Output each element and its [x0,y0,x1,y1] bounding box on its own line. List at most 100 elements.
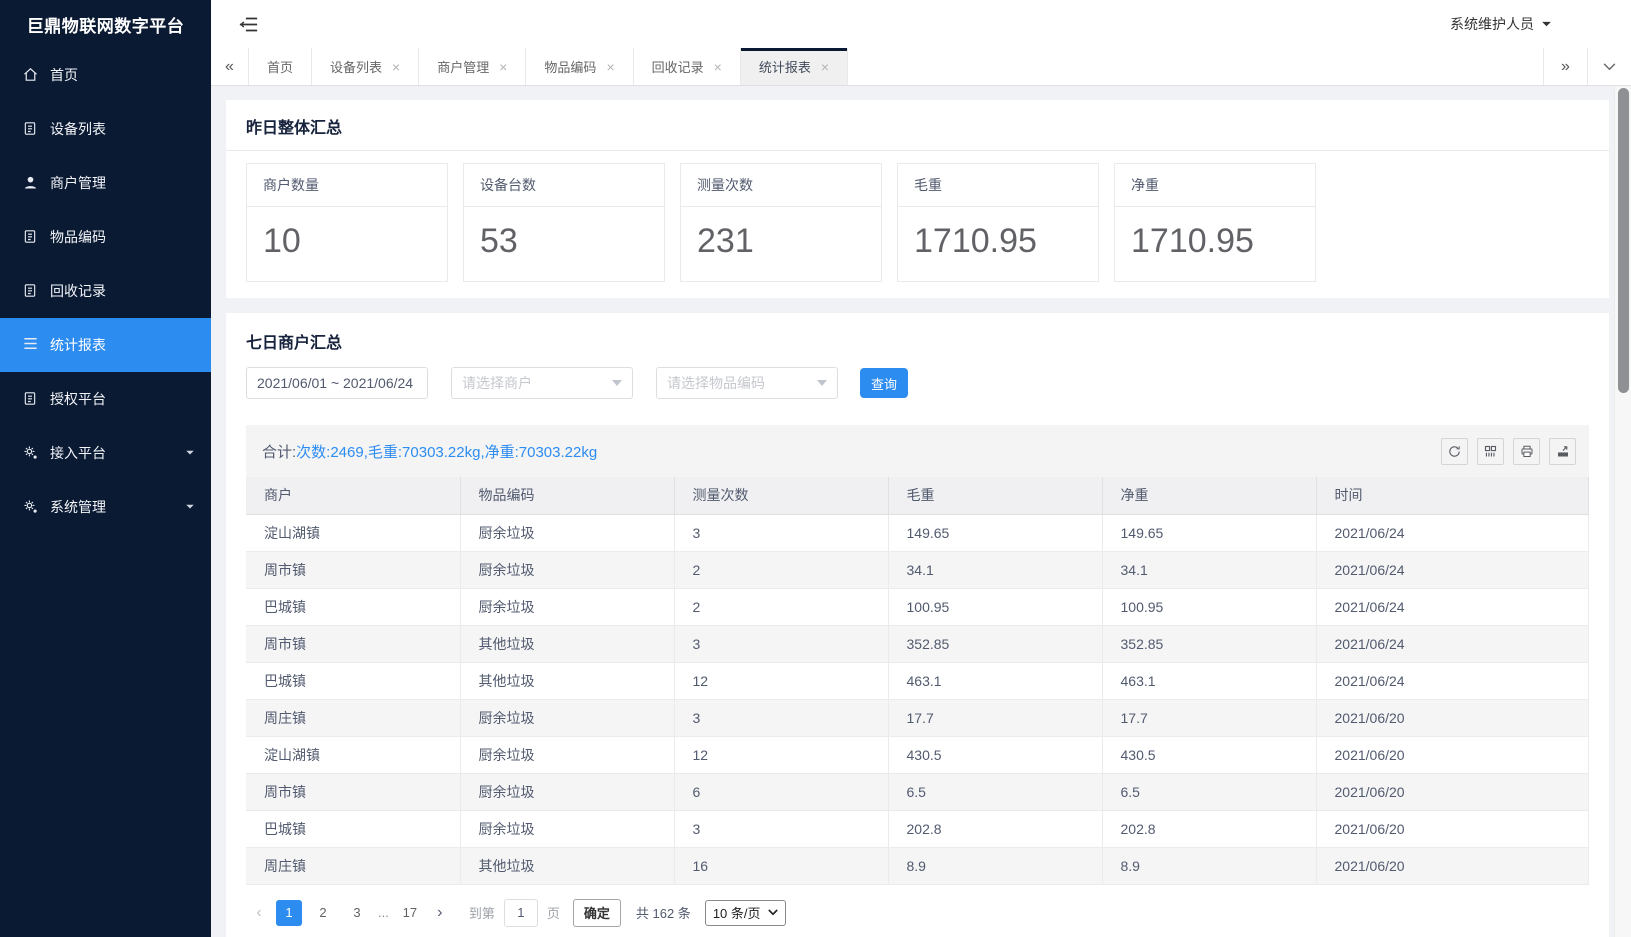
table-cell: 周市镇 [246,551,460,588]
table-cell: 352.85 [1102,625,1316,662]
sidebar-item-label: 授权平台 [50,389,106,409]
doc-list-icon [22,120,40,138]
column-header: 测量次数 [674,477,888,514]
next-page-icon[interactable]: › [427,900,453,926]
stat-card-label: 设备台数 [464,164,664,207]
sidebar-item-access-platform[interactable]: 接入平台 [0,426,211,480]
collapse-sidebar-icon[interactable] [239,16,258,33]
weekly-summary-title: 七日商户汇总 [246,329,1589,353]
merchant-select-placeholder: 请选择商户 [462,373,532,393]
merchant-select[interactable]: 请选择商户 [451,367,633,399]
tab-home[interactable]: 首页 [249,48,312,85]
refresh-button[interactable] [1441,438,1468,465]
item-code-select[interactable]: 请选择物品编码 [656,367,838,399]
table-cell: 3 [674,810,888,847]
page-number-17[interactable]: 17 [397,900,423,926]
close-icon[interactable]: × [392,60,400,74]
doc-list-icon [22,228,40,246]
sidebar-item-recycle-records[interactable]: 回收记录 [0,264,211,318]
page-number-2[interactable]: 2 [310,900,336,926]
tab-recycle-records[interactable]: 回收记录 × [634,48,741,85]
export-button[interactable] [1549,438,1576,465]
table-cell: 6.5 [1102,773,1316,810]
report-table: 商户物品编码测量次数毛重净重时间 淀山湖镇厨余垃圾3149.65149.6520… [246,477,1589,885]
stat-card-gross-weight: 毛重1710.95 [897,163,1099,282]
table-cell: 34.1 [888,551,1102,588]
yesterday-summary-title: 昨日整体汇总 [246,114,1589,138]
tabs-menu-icon[interactable] [1587,48,1631,85]
table-cell: 463.1 [1102,662,1316,699]
table-cell: 周市镇 [246,773,460,810]
tab-item-code[interactable]: 物品编码× [526,48,633,85]
scrollbar-thumb[interactable] [1618,88,1629,393]
table-cell: 2 [674,551,888,588]
tab-device-list[interactable]: 设备列表× [312,48,419,85]
table-cell: 430.5 [888,736,1102,773]
column-header: 时间 [1316,477,1589,514]
sidebar-item-statistics-report[interactable]: 统计报表 [0,318,211,372]
page-number-3[interactable]: 3 [344,900,370,926]
tabs-scroll-right-icon[interactable]: » [1543,48,1587,85]
tab-label: 商户管理 [437,57,489,76]
table-cell: 2021/06/20 [1316,810,1589,847]
table-cell: 8.9 [888,847,1102,884]
column-header: 商户 [246,477,460,514]
table-cell: 其他垃圾 [460,662,674,699]
table-header-row: 商户物品编码测量次数毛重净重时间 [246,477,1589,514]
sidebar-item-label: 统计报表 [50,335,106,355]
page-number-1[interactable]: 1 [276,900,302,926]
close-icon[interactable]: × [714,60,722,74]
close-icon[interactable]: × [821,60,829,74]
pagination: ‹ 123...17 › 到第 页 确定 共 162 条 10 条/页 [246,899,1589,927]
table-toolbar: 合计:次数:2469,毛重:70303.22kg,净重:70303.22kg [246,425,1589,477]
table-cell: 厨余垃圾 [460,588,674,625]
columns-button[interactable] [1477,438,1504,465]
table-cell: 430.5 [1102,736,1316,773]
page-size-select[interactable]: 10 条/页 [705,900,786,926]
print-icon [1519,444,1535,459]
stat-card-measure-count: 测量次数231 [680,163,882,282]
print-button[interactable] [1513,438,1540,465]
totals-text: 合计:次数:2469,毛重:70303.22kg,净重:70303.22kg [262,441,597,462]
sidebar-item-system-management[interactable]: 系统管理 [0,480,211,534]
table-cell: 3 [674,625,888,662]
search-button[interactable]: 查询 [860,368,908,398]
stat-card-label: 净重 [1115,164,1315,207]
sidebar-item-item-code[interactable]: 物品编码 [0,210,211,264]
sidebar-item-home[interactable]: 首页 [0,48,211,102]
sidebar-item-device-list[interactable]: 设备列表 [0,102,211,156]
tab-statistics-report[interactable]: 统计报表× [741,48,848,85]
user-menu[interactable]: 系统维护人员 [1450,14,1552,34]
user-name: 系统维护人员 [1450,14,1534,34]
table-cell: 其他垃圾 [460,625,674,662]
totals-value: 次数:2469,毛重:70303.22kg,净重:70303.22kg [296,444,597,461]
weekly-summary-card: 七日商户汇总 请选择商户 请选择物品编码 查询 合计:次数:2469,毛重:70… [226,313,1609,937]
goto-confirm-button[interactable]: 确定 [573,899,621,927]
prev-page-icon[interactable]: ‹ [246,900,272,926]
caret-down-icon [817,380,827,386]
tab-merchant-management[interactable]: 商户管理 × [419,48,526,85]
table-cell: 巴城镇 [246,810,460,847]
stat-card-value: 231 [681,207,881,281]
sidebar-item-label: 接入平台 [50,443,106,463]
stat-card-merchant-count: 商户数量10 [246,163,448,282]
sidebar-item-merchant-management[interactable]: 商户管理 [0,156,211,210]
table-cell: 2021/06/20 [1316,847,1589,884]
sidebar-item-auth-platform[interactable]: 授权平台 [0,372,211,426]
table-cell: 2 [674,588,888,625]
vertical-scrollbar[interactable] [1614,86,1631,937]
table-cell: 2021/06/24 [1316,588,1589,625]
close-icon[interactable]: × [499,60,507,74]
table-cell: 2021/06/24 [1316,625,1589,662]
doc-list-icon [22,390,40,408]
date-range-input[interactable] [246,367,428,399]
tab-label: 回收记录 [652,57,704,76]
close-icon[interactable]: × [606,60,614,74]
table-cell: 12 [674,736,888,773]
goto-page-input[interactable] [504,899,538,927]
tabs-scroll-left-icon[interactable]: « [211,48,249,85]
table-cell: 100.95 [1102,588,1316,625]
table-row: 周市镇其他垃圾3352.85352.852021/06/24 [246,625,1589,662]
table-cell: 8.9 [1102,847,1316,884]
table-row: 巴城镇厨余垃圾2100.95100.952021/06/24 [246,588,1589,625]
